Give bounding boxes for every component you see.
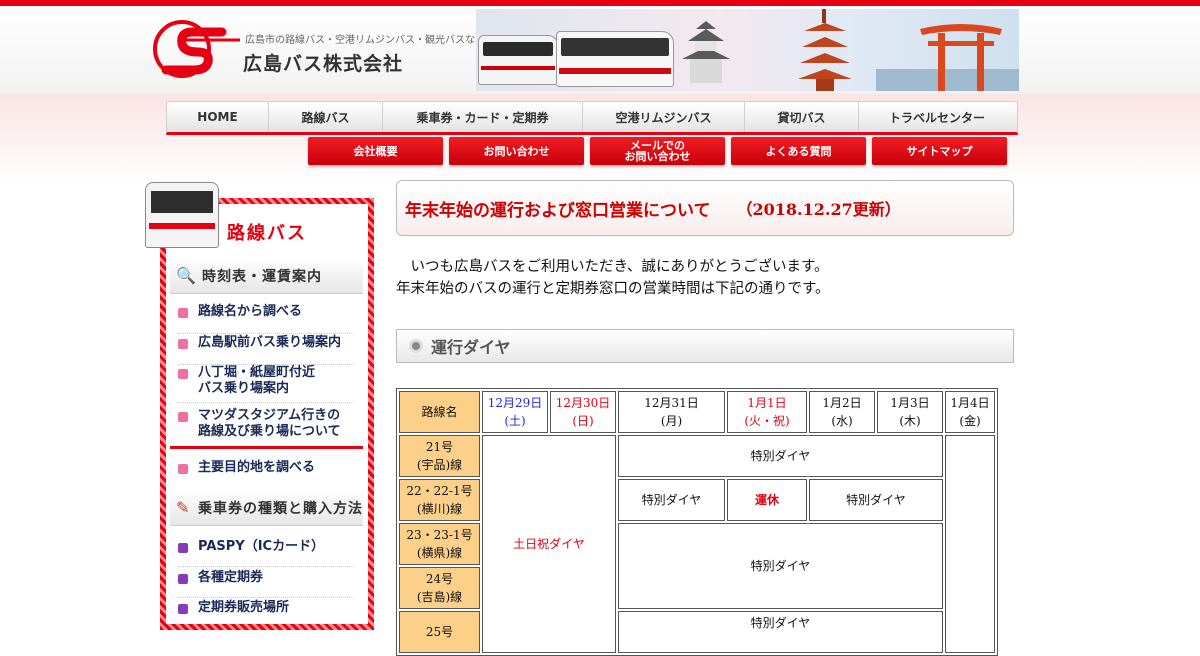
route-cell: 22・22-1号 (横川)線 (399, 479, 480, 521)
day-header: 12月29日 (土) (482, 391, 548, 433)
nav-tickets[interactable]: 乗車券・カード・定期券 (383, 102, 583, 132)
nav-route-bus[interactable]: 路線バス (269, 102, 383, 132)
day-header: 1月1日 (火・祝) (727, 391, 807, 433)
bullet-icon (178, 604, 188, 614)
weekend-schedule-cell: 土日祝ダイヤ (482, 435, 616, 653)
route-column-header: 路線名 (399, 391, 480, 433)
day-header: 1月3日 (木) (877, 391, 943, 433)
sidebar-title: 路線バス (227, 223, 307, 244)
nav-travel-center[interactable]: トラベルセンター (859, 102, 1015, 132)
bullet-icon (178, 339, 188, 349)
sidebar-divider (170, 446, 363, 449)
pencil-icon: ✎ (176, 498, 190, 517)
nav-contact[interactable]: お問い合わせ (449, 137, 584, 165)
day-header: 1月4日 (金) (945, 391, 995, 433)
search-icon: 🔍 (176, 266, 196, 285)
nav-email-contact[interactable]: メールでの お問い合わせ (590, 137, 725, 165)
intro-text: いつも広島バスをご利用いただき、誠にありがとうございます。 年末年始のバスの運行… (396, 256, 830, 300)
circle-bullet-icon (409, 339, 423, 353)
main-nav: HOME 路線バス 乗車券・カード・定期券 空港リムジンバス 貸切バス トラベル… (166, 101, 1018, 135)
company-name: 広島バス株式会社 (243, 53, 404, 75)
sidebar-link-route-name[interactable]: 路線名から調べる (178, 304, 354, 334)
sidebar-link-destinations[interactable]: 主要目的地を調べる (178, 460, 354, 486)
bus-image (478, 35, 558, 85)
bullet-icon (178, 412, 188, 422)
notice-title: 年末年始の運行および窓口営業について (405, 200, 711, 221)
notice-header: 年末年始の運行および窓口営業について （2018.12.27更新） (396, 180, 1014, 236)
route-cell: 21号 (宇品)線 (399, 435, 480, 477)
day-header: 1月2日 (水) (809, 391, 875, 433)
torii-image (920, 24, 1002, 91)
bullet-icon (178, 464, 188, 474)
nav-sitemap[interactable]: サイトマップ (872, 137, 1007, 165)
special-schedule-cell: 特別ダイヤ (618, 479, 725, 521)
sidebar-link-paspy[interactable]: PASPY（ICカード） (178, 539, 354, 567)
sidebar-link-pass-sales-locations[interactable]: 定期券販売場所 (178, 600, 354, 624)
header-banner (476, 9, 1019, 91)
nav-faq[interactable]: よくある質問 (731, 137, 866, 165)
bullet-icon (178, 574, 188, 584)
schedule-table: 路線名 12月29日 (土) 12月30日 (日) 12月31日 (月) 1月1日 (火… (396, 388, 998, 656)
sidebar-link-hiroshima-station[interactable]: 広島駅前バス乗り場案内 (178, 335, 354, 365)
intro-line: 年末年始のバスの運行と定期券窓口の営業時間は下記の通りです。 (396, 281, 830, 297)
notice-date: （2018.12.27更新） (736, 200, 901, 219)
special-schedule-cell: 特別ダイヤ (809, 479, 943, 521)
section-header: 運行ダイヤ (396, 329, 1014, 363)
sidebar-link-commuter-passes[interactable]: 各種定期券 (178, 570, 354, 598)
regular-schedule-cell (945, 435, 995, 653)
nav-company-profile[interactable]: 会社概要 (308, 137, 443, 165)
sub-nav: 会社概要 お問い合わせ メールでの お問い合わせ よくある質問 サイトマップ (308, 137, 1007, 165)
bullet-icon (178, 543, 188, 553)
bus-image (556, 31, 674, 87)
sidebar-link-hatchobori[interactable]: 八丁堀・紙屋町付近 バス乗り場案内 (178, 365, 354, 403)
nav-airport-limousine[interactable]: 空港リムジンバス (583, 102, 745, 132)
nav-charter-bus[interactable]: 貸切バス (745, 102, 859, 132)
special-schedule-cell: 特別ダイヤ (618, 523, 943, 609)
sidebar-section-timetable: 🔍 時刻表・運賃案内 (170, 258, 363, 294)
bullet-icon (178, 369, 188, 379)
nav-home[interactable]: HOME (167, 102, 269, 132)
company-logo[interactable] (152, 18, 242, 80)
sidebar-link-mazda-stadium[interactable]: マツダスタジアム行きの 路線及び乗り場について (178, 408, 354, 444)
special-schedule-cell: 特別ダイヤ (618, 611, 943, 653)
route-cell: 25号 (399, 611, 480, 653)
special-schedule-cell: 特別ダイヤ (618, 435, 943, 477)
bus-icon (145, 182, 219, 248)
route-cell: 23・23-1号 (横県)線 (399, 523, 480, 565)
intro-line: いつも広島バスをご利用いただき、誠にありがとうございます。 (396, 259, 829, 275)
day-header: 12月30日 (日) (550, 391, 616, 433)
sidebar-section-tickets: ✎ 乗車券の種類と購入方法 (170, 490, 363, 526)
castle-image (682, 21, 730, 83)
bullet-icon (178, 308, 188, 318)
header-tagline: 広島市の路線バス・空港リムジンバス・観光バスなら (245, 35, 485, 46)
suspended-cell: 運休 (727, 479, 807, 521)
pagoda-image (798, 9, 852, 91)
day-header: 12月31日 (月) (618, 391, 725, 433)
route-cell: 24号 (吉島)線 (399, 567, 480, 609)
